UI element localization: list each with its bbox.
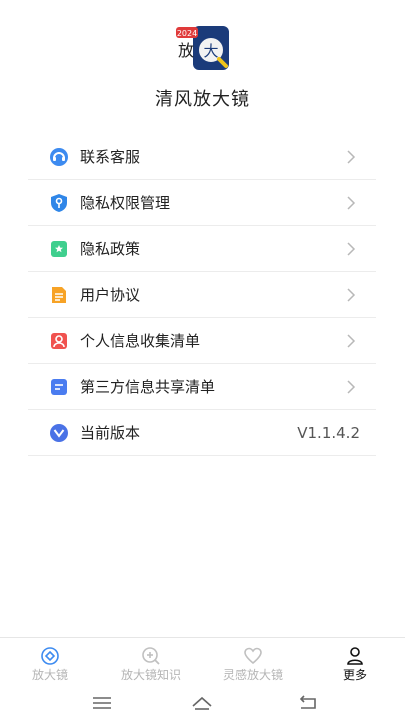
menu-item-label: 隐私政策 [80,240,141,258]
chevron-right-icon [347,241,356,256]
bookmark-star-icon [49,239,69,259]
svg-text:放: 放 [178,41,194,60]
menu-item-label: 联系客服 [80,148,141,166]
menu-item-label: 当前版本 [80,424,141,442]
menu-item-third-party-sharing[interactable]: 第三方信息共享清单 [28,364,376,410]
tab-label: 放大镜 [31,668,68,682]
tab-label: 灵感放大镜 [222,668,283,682]
tab-more[interactable]: 更多 [305,638,405,688]
menu-item-user-agreement[interactable]: 用户协议 [28,272,376,318]
app-name: 清风放大镜 [155,89,250,110]
home-icon[interactable] [190,693,214,713]
tab-label: 放大镜知识 [120,668,181,682]
chevron-right-icon [347,379,356,394]
menu-item-label: 隐私权限管理 [80,194,171,212]
chevron-right-icon [347,333,356,348]
system-navigation-bar [0,687,405,720]
version-icon [49,423,69,443]
app-logo: 大 2024 放 [173,24,231,72]
menu-item-contact-support[interactable]: 联系客服 [28,134,376,180]
version-value: V1.1.4.2 [297,423,360,442]
heart-icon [244,647,262,665]
menu-item-personal-info-list[interactable]: 个人信息收集清单 [28,318,376,364]
tab-magnifier-knowledge[interactable]: 放大镜知识 [101,638,201,688]
magnifier-plus-icon [142,647,160,665]
menu-item-label: 第三方信息共享清单 [80,378,216,396]
menu-icon[interactable] [90,693,114,713]
settings-menu: 联系客服 隐私权限管理 隐私政策 用户协议 个人信息收集清单 第三方信息共享清单… [28,134,376,456]
document-icon [49,285,69,305]
shield-key-icon [49,193,69,213]
bottom-tab-bar: 放大镜 放大镜知识 灵感放大镜 更多 [0,637,405,688]
magnifier-diamond-icon [41,647,59,665]
list-card-icon [49,377,69,397]
person-icon [347,647,363,665]
menu-item-label: 用户协议 [80,286,141,304]
menu-item-privacy-policy[interactable]: 隐私政策 [28,226,376,272]
tab-label: 更多 [342,668,367,682]
back-icon[interactable] [296,693,320,713]
svg-text:2024: 2024 [177,29,197,38]
menu-item-current-version[interactable]: 当前版本 V1.1.4.2 [28,410,376,456]
tab-magnifier[interactable]: 放大镜 [0,638,100,688]
chevron-right-icon [347,195,356,210]
chevron-right-icon [347,287,356,302]
tab-inspiration-magnifier[interactable]: 灵感放大镜 [203,638,303,688]
menu-item-privacy-permissions[interactable]: 隐私权限管理 [28,180,376,226]
svg-text:大: 大 [203,42,218,60]
menu-item-label: 个人信息收集清单 [80,332,201,350]
chevron-right-icon [347,149,356,164]
person-card-icon [49,331,69,351]
headset-icon [49,147,69,167]
